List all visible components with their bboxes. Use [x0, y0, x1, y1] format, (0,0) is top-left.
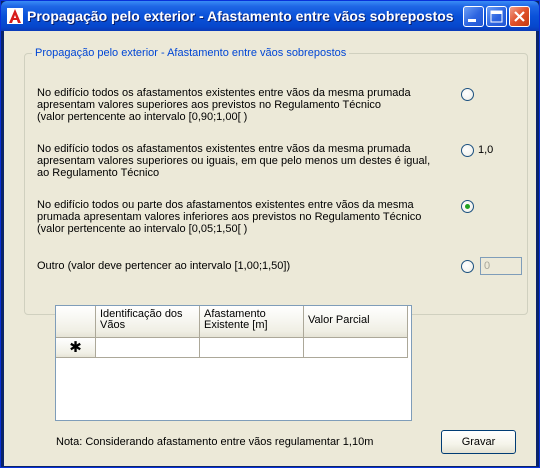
close-icon	[514, 11, 525, 22]
option-4-line-1: Outro (valor deve pertencer ao intervalo…	[37, 260, 291, 272]
option-1-radio[interactable]	[461, 88, 474, 101]
grid-header-identificacao[interactable]: Identificação dos Vãos	[96, 306, 200, 338]
close-button[interactable]	[509, 6, 530, 27]
groupbox-title: Propagação pelo exterior - Afastamento e…	[32, 47, 350, 59]
option-2-line-2: apresentam valores superiores ou iguais,…	[37, 155, 431, 167]
dialog-window: Propagação pelo exterior - Afastamento e…	[0, 0, 540, 468]
minimize-button[interactable]	[463, 6, 484, 27]
option-2-line-3: ao Regulamento Técnico	[37, 167, 160, 179]
app-logo-icon	[7, 8, 23, 24]
footer-note: Nota: Considerando afastamento entre vão…	[56, 436, 374, 448]
option-3-text: No edifício todos ou parte dos afastamen…	[37, 199, 421, 235]
new-row-marker[interactable]: ✱	[56, 338, 96, 358]
dialog-client-area: Propagação pelo exterior - Afastamento e…	[4, 31, 536, 466]
minimize-icon	[468, 19, 476, 22]
option-3-line-3: (valor pertencente ao intervalo [0,05;1,…	[37, 223, 248, 235]
table-cell[interactable]	[304, 338, 408, 358]
table-cell[interactable]	[200, 338, 304, 358]
option-1-text: No edifício todos os afastamentos existe…	[37, 87, 411, 123]
save-button[interactable]: Gravar	[441, 430, 516, 454]
grid-header-afastamento[interactable]: Afastamento Existente [m]	[200, 306, 304, 338]
option-1-line-2: apresentam valores superiores aos previs…	[37, 99, 382, 111]
outro-value-input[interactable]: 0	[480, 257, 522, 275]
option-1-line-1: No edifício todos os afastamentos existe…	[37, 87, 411, 99]
radio-selected-dot	[465, 204, 470, 209]
title-bar[interactable]: Propagação pelo exterior - Afastamento e…	[1, 1, 539, 31]
header-line: Existente [m]	[204, 319, 268, 331]
option-3-radio[interactable]	[461, 200, 474, 213]
option-4-radio[interactable]	[461, 260, 474, 273]
maximize-button[interactable]	[486, 6, 507, 27]
table-cell[interactable]	[96, 338, 200, 358]
window-title: Propagação pelo exterior - Afastamento e…	[27, 8, 454, 24]
option-2-text: No edifício todos os afastamentos existe…	[37, 143, 430, 179]
maximize-icon	[490, 10, 503, 23]
option-3-line-1: No edifício todos ou parte dos afastamen…	[37, 199, 414, 211]
header-line: Vãos	[100, 319, 126, 331]
option-2-radio[interactable]	[461, 144, 474, 157]
option-4-text: Outro (valor deve pertencer ao intervalo…	[37, 260, 290, 272]
data-grid[interactable]: Identificação dos Vãos Afastamento Exist…	[55, 305, 412, 421]
option-2-line-1: No edifício todos os afastamentos existe…	[37, 143, 411, 155]
option-2-radio-label: 1,0	[478, 144, 494, 156]
grid-header-valor-parcial[interactable]: Valor Parcial	[304, 306, 408, 338]
option-1-line-3: (valor pertencente ao intervalo [0,90;1,…	[37, 111, 248, 123]
grid-corner-cell	[56, 306, 96, 338]
header-line: Valor Parcial	[308, 314, 370, 326]
option-3-line-2: prumada apresentam valores inferiores ao…	[37, 211, 422, 223]
